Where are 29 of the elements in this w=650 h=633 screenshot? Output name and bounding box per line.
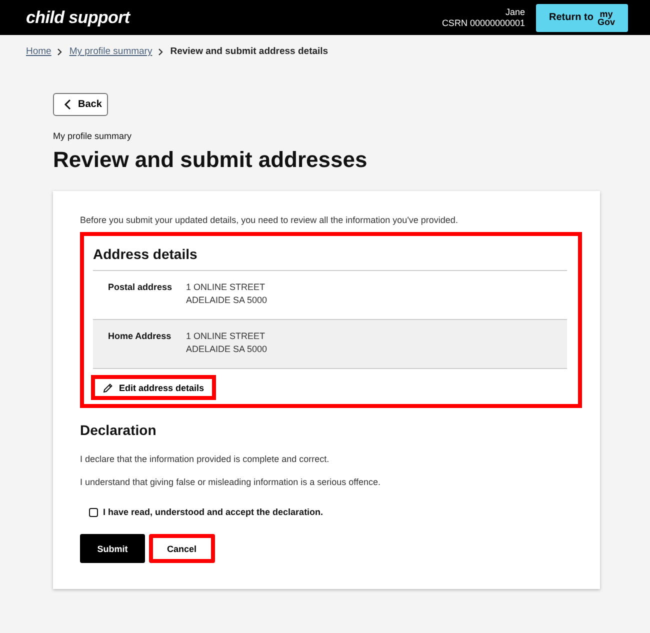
breadcrumb-link[interactable]: Home <box>26 46 52 57</box>
user-name: Jane <box>505 6 525 18</box>
logo: child support <box>26 8 130 28</box>
chevron-icon <box>57 48 64 56</box>
address-line: ADELAIDE SA 5000 <box>186 295 268 305</box>
declaration-text: I understand that giving false or misleading information is a serious offence. <box>80 477 382 487</box>
address-line: ADELAIDE SA 5000 <box>186 344 268 354</box>
chevron-icon <box>158 48 164 56</box>
csrn-number: CSRN 00000000001 <box>442 18 525 28</box>
address-line: 1 ONLINE STREET <box>186 331 266 341</box>
submit-button[interactable]: Submit <box>80 534 145 563</box>
breadcrumb-link[interactable]: My profile summary <box>69 46 152 57</box>
cancel-button[interactable]: Cancel <box>149 534 215 563</box>
section-heading: Declaration <box>80 422 158 438</box>
section-label: My profile summary <box>53 131 133 141</box>
address-label: Postal address <box>108 282 174 294</box>
address-line: 1 ONLINE STREET <box>186 282 266 292</box>
checkbox-label: I have read, understood and accept the declaration. <box>103 507 324 517</box>
edit-button[interactable]: Edit address details <box>91 375 216 400</box>
page-title: Review and submit addresses <box>53 147 368 173</box>
intro-text: Before you submit your updated details, you need to review all the information you've provided. <box>80 215 459 225</box>
checkbox[interactable] <box>89 508 98 516</box>
section-heading: Address details <box>93 246 198 262</box>
pencil-icon <box>103 382 113 392</box>
back-button[interactable]: Back <box>53 93 108 116</box>
declaration-text: I declare that the information provided is complete and correct. <box>80 454 330 464</box>
current-page-text: Review and submit address details <box>170 46 328 57</box>
chevron-left-icon <box>64 99 71 110</box>
address-label: Home Address <box>108 331 172 343</box>
